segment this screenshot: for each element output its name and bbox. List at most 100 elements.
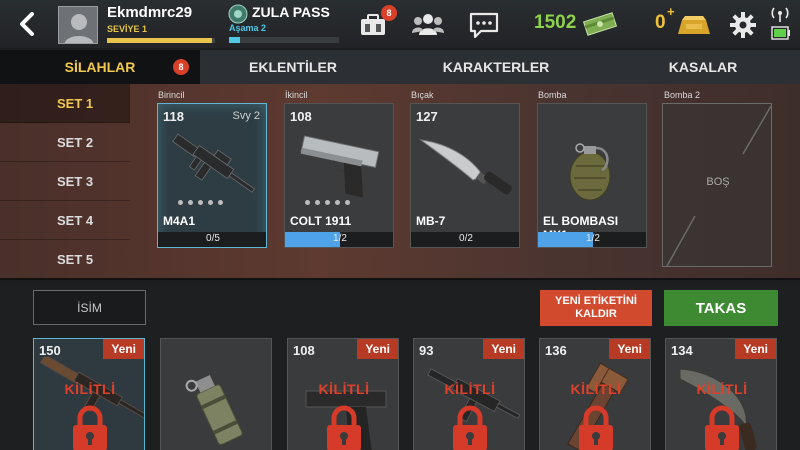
- user-silhouette-icon: [64, 14, 94, 43]
- loadout-panel: SET 1 SET 2 SET 3 SET 4 SET 5 Birincil 1…: [0, 84, 800, 280]
- inventory-item[interactable]: [160, 338, 272, 450]
- weapon-progress: 0/5: [158, 232, 266, 247]
- inventory-panel: İSİM YENİ ETİKETİNİ KALDIR TAKAS 150 Yen…: [0, 282, 800, 450]
- item-number: 150: [39, 343, 61, 358]
- item-number: 108: [293, 343, 315, 358]
- top-bar: Ekmdmrc29 SEVİYE 1 ZULA PASS Aşama 2 8 1…: [0, 0, 800, 48]
- grenade-icon: [569, 143, 611, 201]
- inventory-item[interactable]: 108 Yeni KİLİTLİ: [287, 338, 399, 450]
- briefcase-badge: 8: [381, 5, 397, 21]
- remove-new-tags-button[interactable]: YENİ ETİKETİNİ KALDIR: [540, 290, 652, 326]
- zula-pass-icon[interactable]: [228, 4, 248, 24]
- weapons-tab-badge: 8: [173, 59, 189, 75]
- tab-attachments-label: EKLENTİLER: [249, 59, 337, 75]
- knife-icon: [419, 139, 512, 195]
- set-item-2[interactable]: SET 2: [0, 123, 130, 162]
- battery-icon: [771, 26, 790, 40]
- weapon-progress-text: 1/2: [586, 233, 600, 244]
- inventory-item[interactable]: 150 Yeni KİLİTLİ: [33, 338, 145, 450]
- smoke-grenade-icon: [185, 375, 243, 446]
- tab-weapons[interactable]: SİLAHLAR 8: [0, 50, 200, 84]
- gold-bar-icon[interactable]: [676, 14, 712, 36]
- lock-icon: [705, 405, 739, 450]
- set-item-4[interactable]: SET 4: [0, 201, 130, 240]
- set-label: SET 1: [57, 95, 94, 111]
- new-tag: Yeni: [735, 339, 776, 359]
- weapon-slot-knife[interactable]: 127 MB-7 0/2: [410, 103, 520, 248]
- tab-crates-label: KASALAR: [668, 59, 738, 75]
- add-gold-button[interactable]: +: [667, 4, 675, 19]
- username: Ekmdmrc29: [107, 4, 193, 21]
- slot-label-knife: Bıçak: [411, 90, 434, 100]
- new-tag: Yeni: [357, 339, 398, 359]
- inventory-item[interactable]: 134 Yeni KİLİTLİ: [665, 338, 777, 450]
- weapon-progress-text: 1/2: [333, 233, 347, 244]
- set-label: SET 2: [57, 134, 94, 150]
- friends-icon[interactable]: [412, 13, 444, 35]
- weapon-slot-grenade-2[interactable]: BOŞ: [662, 103, 772, 267]
- weapon-slot-primary[interactable]: 118 Svy 2 M4A1 0/5: [157, 103, 267, 248]
- set-item-5[interactable]: SET 5: [0, 240, 130, 279]
- item-number: 136: [545, 343, 567, 358]
- attachment-dots: [305, 200, 350, 205]
- tab-characters[interactable]: KARAKTERLER: [386, 50, 606, 84]
- lock-icon: [579, 405, 613, 450]
- weapon-number: 118: [163, 109, 184, 124]
- zula-pass-stage: Aşama 2: [229, 23, 267, 33]
- signal-icon: [771, 7, 789, 22]
- slot-label-primary: Birincil: [158, 90, 185, 100]
- cash-icon[interactable]: [582, 10, 618, 38]
- gear-icon[interactable]: [730, 12, 756, 38]
- set-label: SET 3: [57, 173, 94, 189]
- player-level: SEVİYE 1: [107, 24, 148, 34]
- new-tag: Yeni: [103, 339, 144, 359]
- set-list: SET 1 SET 2 SET 3 SET 4 SET 5: [0, 84, 130, 280]
- item-number: 134: [671, 343, 693, 358]
- empty-slot-label: BOŞ: [706, 176, 730, 188]
- avatar[interactable]: [58, 6, 98, 44]
- zula-pass-title[interactable]: ZULA PASS: [252, 4, 330, 20]
- weapon-level: Svy 2: [232, 110, 260, 122]
- weapon-name: M4A1: [163, 214, 196, 228]
- weapon-progress-text: 0/2: [459, 233, 473, 244]
- lock-icon: [327, 405, 361, 450]
- new-tag: Yeni: [483, 339, 524, 359]
- tab-attachments[interactable]: EKLENTİLER: [200, 50, 386, 84]
- set-item-1[interactable]: SET 1: [0, 84, 130, 123]
- weapon-slot-grenade[interactable]: EL BOMBASI MX1 1/2: [537, 103, 647, 248]
- tab-crates[interactable]: KASALAR: [606, 50, 800, 84]
- sort-by-name-button[interactable]: İSİM: [33, 290, 146, 325]
- inventory-item[interactable]: 136 Yeni KİLİTLİ: [539, 338, 651, 450]
- new-tag: Yeni: [609, 339, 650, 359]
- trade-button[interactable]: TAKAS: [664, 290, 778, 326]
- locked-label: KİLİTLİ: [64, 381, 116, 397]
- item-number: 93: [419, 343, 434, 358]
- pistol-icon: [300, 135, 380, 198]
- category-tabs: SİLAHLAR 8 EKLENTİLER KARAKTERLER KASALA…: [0, 50, 800, 84]
- inventory-item[interactable]: 93 Yeni KİLİTLİ: [413, 338, 525, 450]
- slot-label-secondary: İkincil: [285, 90, 308, 100]
- money-amount: 1502: [534, 12, 577, 33]
- zula-pass-progress: [229, 37, 339, 43]
- back-arrow-icon[interactable]: [14, 9, 40, 39]
- locked-label: KİLİTLİ: [570, 381, 622, 397]
- attachment-dots: [178, 200, 223, 205]
- gold-amount: 0: [655, 12, 666, 33]
- set-item-3[interactable]: SET 3: [0, 162, 130, 201]
- weapon-progress: 0/2: [411, 232, 519, 247]
- locked-label: KİLİTLİ: [696, 381, 748, 397]
- weapon-progress: 1/2: [538, 232, 646, 247]
- weapon-number: 127: [416, 109, 438, 124]
- chat-icon[interactable]: [469, 12, 499, 38]
- slot-label-grenade: Bomba: [538, 90, 567, 100]
- weapon-progress-text: 0/5: [206, 233, 220, 244]
- lock-icon: [73, 405, 107, 450]
- weapon-progress: 1/2: [285, 232, 393, 247]
- xp-bar: [107, 38, 215, 43]
- set-label: SET 5: [57, 251, 94, 267]
- weapon-slot-secondary[interactable]: 108 COLT 1911 1/2: [284, 103, 394, 248]
- tab-characters-label: KARAKTERLER: [442, 59, 550, 75]
- weapon-name: MB-7: [416, 214, 446, 228]
- tab-weapons-label: SİLAHLAR: [64, 59, 136, 75]
- locked-label: KİLİTLİ: [318, 381, 370, 397]
